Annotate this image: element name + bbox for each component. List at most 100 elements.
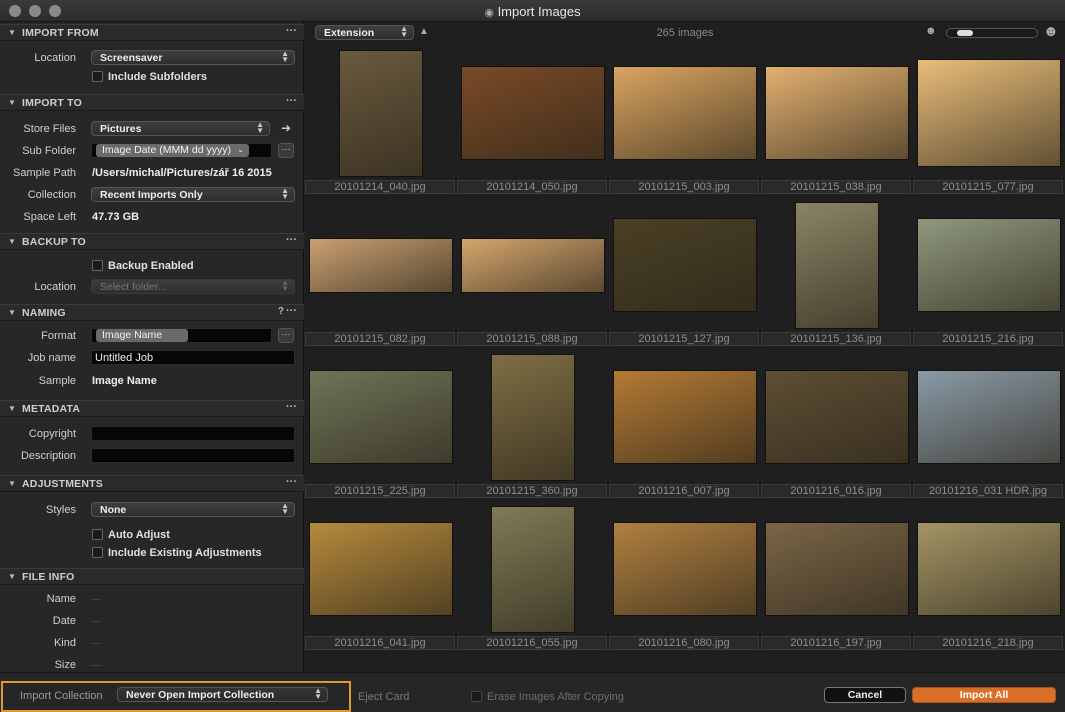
thumbnail-image[interactable] — [917, 370, 1061, 464]
sub-folder-token-text: Image Date (MMM dd yyyy) — [102, 144, 231, 156]
collection-label: Collection — [27, 189, 76, 201]
description-input[interactable] — [91, 448, 295, 463]
sub-folder-field[interactable]: Image Date (MMM dd yyyy) ⌄ — [91, 143, 272, 158]
include-subfolders-checkbox[interactable] — [92, 71, 103, 82]
format-more-button[interactable]: ··· — [278, 328, 294, 343]
styles-select[interactable]: None ▲ ▼ — [91, 502, 295, 517]
import-collection-select[interactable]: Never Open Import Collection ▲ ▼ — [117, 687, 328, 702]
disclosure-triangle-icon[interactable]: ▼ — [8, 237, 16, 246]
thumbnail-image[interactable] — [339, 49, 423, 177]
thumbnail-caption[interactable]: 20101214_050.jpg — [457, 180, 607, 194]
disclosure-triangle-icon[interactable]: ▼ — [8, 28, 16, 37]
thumbnail-image[interactable] — [613, 218, 757, 312]
thumbnail-image[interactable] — [491, 353, 575, 481]
slider-thumb[interactable] — [957, 30, 973, 36]
section-file-info[interactable]: ▼ FILE INFO — [0, 568, 304, 585]
thumbnail-caption[interactable]: 20101215_082.jpg — [305, 332, 455, 346]
thumbnail-image[interactable] — [765, 66, 909, 160]
collection-value: Recent Imports Only — [100, 189, 203, 201]
more-options-icon[interactable]: ··· — [286, 476, 297, 488]
thumbnail-image[interactable] — [613, 522, 757, 616]
copyright-label: Copyright — [28, 428, 76, 440]
eject-card-button[interactable]: Eject Card — [358, 691, 409, 703]
disclosure-triangle-icon[interactable]: ▼ — [8, 98, 16, 107]
backup-enabled-label: Backup Enabled — [108, 260, 194, 272]
format-token[interactable]: Image Name — [96, 329, 188, 342]
thumbnail-caption[interactable]: 20101216_041.jpg — [305, 636, 455, 650]
thumbnail-image[interactable] — [461, 66, 605, 160]
thumbnail-image[interactable] — [309, 522, 453, 616]
import-all-button[interactable]: Import All — [912, 687, 1056, 703]
thumbnail-caption[interactable]: 20101215_360.jpg — [457, 484, 607, 498]
section-adjustments[interactable]: ▼ ADJUSTMENTS ··· — [0, 475, 304, 492]
thumbnail-size-slider[interactable] — [946, 28, 1038, 38]
thumbnail-caption[interactable]: 20101215_077.jpg — [913, 180, 1063, 194]
thumbnail-image[interactable] — [917, 522, 1061, 616]
thumbnail-image[interactable] — [309, 237, 453, 293]
thumbnail-caption[interactable]: 20101214_040.jpg — [305, 180, 455, 194]
thumbnail-caption[interactable]: 20101215_003.jpg — [609, 180, 759, 194]
thumbnail-image[interactable] — [917, 218, 1061, 312]
sub-folder-token[interactable]: Image Date (MMM dd yyyy) ⌄ — [96, 144, 249, 157]
section-metadata[interactable]: ▼ METADATA ··· — [0, 400, 304, 417]
collection-select[interactable]: Recent Imports Only ▲ ▼ — [91, 187, 295, 202]
thumbnail-image[interactable] — [795, 201, 879, 329]
auto-adjust-checkbox[interactable] — [92, 529, 103, 540]
sub-folder-more-button[interactable]: ··· — [278, 143, 294, 158]
reveal-arrow-icon[interactable]: ➜ — [281, 121, 291, 135]
more-options-icon[interactable]: ··· — [286, 305, 297, 317]
window-title-text: Import Images — [497, 4, 581, 19]
more-options-icon[interactable]: ··· — [286, 25, 297, 37]
thumbnail-caption[interactable]: 20101215_088.jpg — [457, 332, 607, 346]
backup-location-label: Location — [34, 281, 76, 293]
disclosure-triangle-icon[interactable]: ▼ — [8, 479, 16, 488]
section-naming[interactable]: ▼ NAMING ? ··· — [0, 304, 304, 321]
thumbnail-image[interactable] — [613, 370, 757, 464]
thumbnail-caption[interactable]: 20101216_080.jpg — [609, 636, 759, 650]
disclosure-triangle-icon[interactable]: ▼ — [8, 308, 16, 317]
format-field[interactable]: Image Name — [91, 328, 272, 343]
thumbnail-caption[interactable]: 20101216_055.jpg — [457, 636, 607, 650]
erase-images-checkbox[interactable] — [471, 691, 482, 702]
backup-enabled-checkbox[interactable] — [92, 260, 103, 271]
section-backup-to[interactable]: ▼ BACKUP TO ··· — [0, 233, 304, 250]
thumbnail-image[interactable] — [461, 237, 605, 293]
cancel-button[interactable]: Cancel — [824, 687, 906, 703]
sample-path-label: Sample Path — [13, 167, 76, 179]
select-arrows-icon: ▲ ▼ — [281, 278, 289, 293]
thumbnail-caption[interactable]: 20101216_197.jpg — [761, 636, 911, 650]
backup-location-select[interactable]: Select folder... ▲ ▼ — [91, 279, 295, 294]
copyright-input[interactable] — [91, 426, 295, 441]
disclosure-triangle-icon[interactable]: ▼ — [8, 572, 16, 581]
thumbnail-caption[interactable]: 20101216_031 HDR.jpg — [913, 484, 1063, 498]
thumbnail-caption[interactable]: 20101216_218.jpg — [913, 636, 1063, 650]
select-arrows-icon: ▲ ▼ — [314, 686, 322, 701]
more-options-icon[interactable]: ··· — [286, 95, 297, 107]
more-options-icon[interactable]: ··· — [286, 234, 297, 246]
thumbnail-image[interactable] — [491, 505, 575, 633]
include-existing-adjustments-checkbox[interactable] — [92, 547, 103, 558]
thumbnail-caption[interactable]: 20101216_007.jpg — [609, 484, 759, 498]
import-collection-value: Never Open Import Collection — [126, 689, 275, 701]
thumbnail-image[interactable] — [613, 66, 757, 160]
thumbnail-caption[interactable]: 20101215_216.jpg — [913, 332, 1063, 346]
section-import-from[interactable]: ▼ IMPORT FROM ··· — [0, 24, 304, 41]
more-options-icon[interactable]: ··· — [286, 401, 297, 413]
space-left-label: Space Left — [23, 211, 76, 223]
import-location-select[interactable]: Screensaver ▲ ▼ — [91, 50, 295, 65]
thumbnail-image[interactable] — [765, 522, 909, 616]
thumbnail-caption[interactable]: 20101215_136.jpg — [761, 332, 911, 346]
thumbnail-caption[interactable]: 20101215_127.jpg — [609, 332, 759, 346]
thumbnail-caption[interactable]: 20101215_038.jpg — [761, 180, 911, 194]
job-name-input[interactable]: Untitled Job — [91, 350, 295, 365]
thumbnail-caption[interactable]: 20101216_016.jpg — [761, 484, 911, 498]
disclosure-triangle-icon[interactable]: ▼ — [8, 404, 16, 413]
thumbnail-image[interactable] — [309, 370, 453, 464]
section-import-to[interactable]: ▼ IMPORT TO ··· — [0, 94, 304, 111]
thumbnail-image[interactable] — [917, 59, 1061, 167]
select-arrows-icon: ▲ ▼ — [281, 501, 289, 516]
store-files-select[interactable]: Pictures ▲ ▼ — [91, 121, 270, 136]
thumbnail-caption[interactable]: 20101215_225.jpg — [305, 484, 455, 498]
thumbnail-image[interactable] — [765, 370, 909, 464]
help-icon[interactable]: ? — [278, 306, 284, 317]
